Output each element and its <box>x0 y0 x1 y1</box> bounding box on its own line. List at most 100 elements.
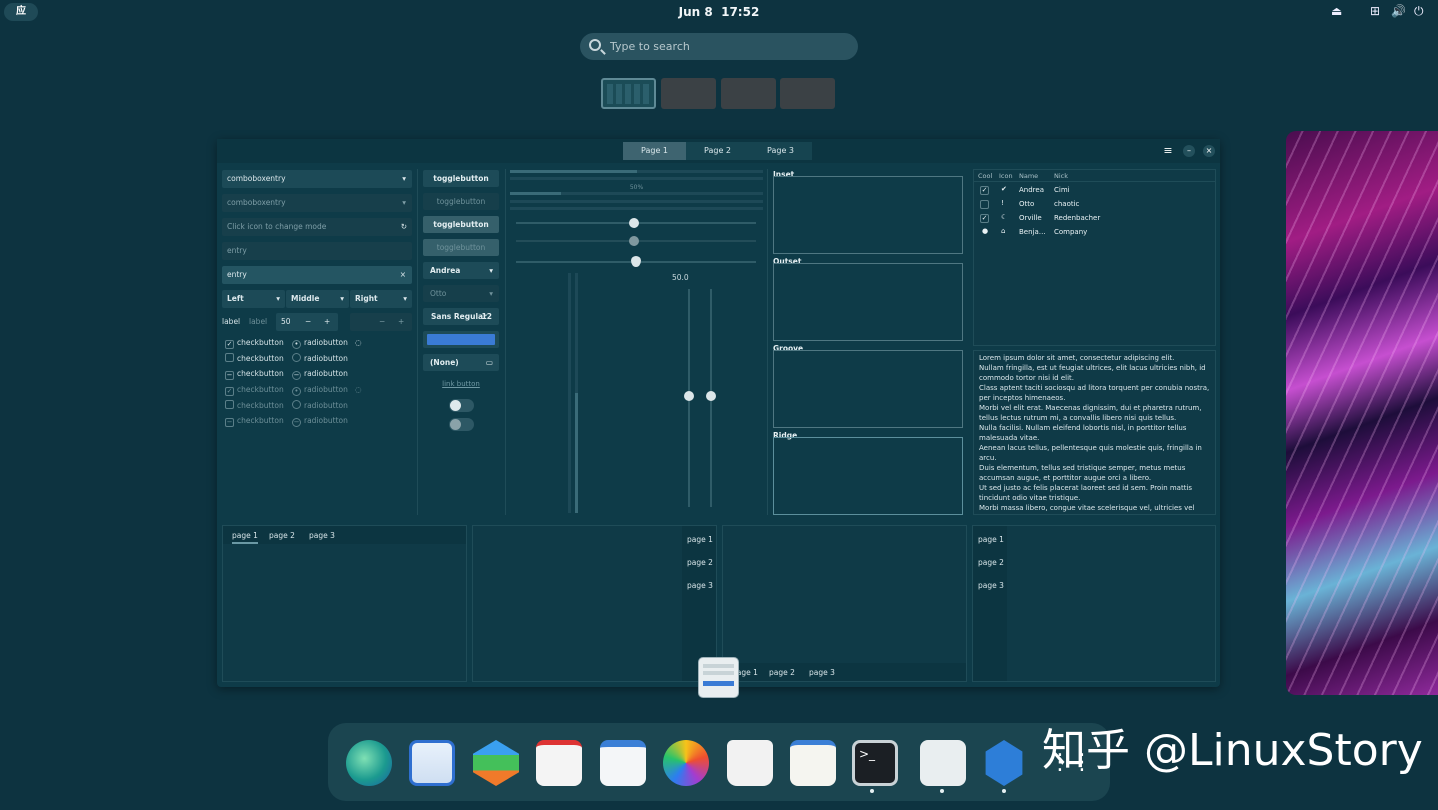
frame-groove <box>773 350 963 428</box>
tree-row[interactable]: ✓ ✔ Andrea Cimi <box>974 184 1215 197</box>
minimize-icon[interactable]: – <box>1183 145 1195 157</box>
browser-globe-icon[interactable] <box>346 740 392 786</box>
window-app-icon[interactable] <box>698 657 739 698</box>
notebook-tab[interactable]: page 1 <box>687 535 713 544</box>
link-button[interactable]: link button <box>423 380 499 388</box>
notebook-tab[interactable]: page 2 <box>769 668 795 677</box>
workspace-thumbnail-4[interactable] <box>780 78 835 109</box>
plus-icon[interactable]: + <box>324 313 330 331</box>
radiobutton-selected[interactable]: • radiobutton <box>292 337 348 349</box>
scale-handle[interactable] <box>684 391 694 401</box>
wallpaper-window-preview[interactable] <box>1286 131 1438 695</box>
entry-empty[interactable]: entry <box>222 242 412 260</box>
scale-handle[interactable] <box>706 391 716 401</box>
switch-1[interactable] <box>449 399 474 412</box>
notes-pen-icon[interactable] <box>536 740 582 786</box>
workspace-thumbnail-1[interactable] <box>601 78 656 109</box>
font-button[interactable]: Sans Regular 12 <box>423 308 499 325</box>
vscale-1[interactable] <box>684 289 694 507</box>
notebook-tab[interactable]: page 2 <box>687 558 713 567</box>
empty-box-icon[interactable] <box>980 200 989 209</box>
spin-button[interactable]: 50 − + <box>276 313 338 331</box>
notebook-tab[interactable]: page 3 <box>687 581 713 590</box>
mode-entry[interactable]: Click icon to change mode ↻ <box>222 218 412 236</box>
togglebutton-1[interactable]: togglebutton <box>423 170 499 187</box>
tree-row[interactable]: ● ⌂ Benja… Company <box>974 226 1215 239</box>
combo-andrea[interactable]: Andrea ▾ <box>423 262 499 279</box>
notebook-tab[interactable]: page 2 <box>269 531 295 540</box>
refresh-icon[interactable]: ↻ <box>401 218 407 236</box>
checkbutton-mixed[interactable]: − checkbutton <box>225 368 284 380</box>
text-view[interactable]: Lorem ipsum dolor sit amet, consectetur … <box>973 350 1216 515</box>
tree-view[interactable]: Cool Icon Name Nick ✓ ✔ Andrea Cimi ! Otto ch… <box>973 169 1216 346</box>
tree-row[interactable]: ✓ ☾ Orville Redenbacher <box>974 212 1215 225</box>
terminal-icon[interactable]: >_ <box>852 740 898 786</box>
dot-icon[interactable]: ● <box>982 227 988 235</box>
notebook-tab[interactable]: page 1 <box>978 535 1004 544</box>
switch-2[interactable] <box>449 418 474 431</box>
file-chooser-button[interactable]: (None) ▭ <box>423 354 499 371</box>
widget-factory-window[interactable]: Page 1 Page 2 Page 3 ≡ – × comboboxentry… <box>217 139 1220 687</box>
scale-handle[interactable] <box>631 256 641 267</box>
notebook-tab[interactable]: page 1 <box>232 531 258 544</box>
files-icon[interactable] <box>409 740 455 786</box>
close-icon[interactable]: × <box>1203 145 1215 157</box>
vscale-2[interactable] <box>706 289 716 507</box>
checkbutton-unchecked[interactable]: checkbutton <box>225 353 284 365</box>
tree-row[interactable]: ! Otto chaotic <box>974 198 1215 211</box>
column-icon[interactable]: Icon <box>999 172 1013 180</box>
radiobutton-mixed[interactable]: − radiobutton <box>292 368 348 380</box>
network-icon[interactable]: ⊞ <box>1370 4 1380 18</box>
eject-icon[interactable]: ⏏ <box>1331 4 1342 18</box>
column-cool[interactable]: Cool <box>978 172 992 180</box>
search-input[interactable] <box>610 37 840 56</box>
workspace-thumbnail-3[interactable] <box>721 78 776 109</box>
align-middle-combo[interactable]: Middle ▾ <box>286 290 349 308</box>
color-wheel-icon[interactable] <box>663 740 709 786</box>
notebook-tab[interactable]: page 2 <box>978 558 1004 567</box>
check-icon[interactable]: ✓ <box>980 214 989 223</box>
clock-time[interactable]: 17:52 <box>721 5 759 19</box>
tab-page-1[interactable]: Page 1 <box>623 142 686 160</box>
software-store-icon[interactable] <box>727 740 773 786</box>
radiobutton-unselected[interactable]: radiobutton <box>292 353 348 365</box>
widget-factory-icon[interactable] <box>920 740 966 786</box>
menu-icon[interactable]: ≡ <box>1162 145 1174 157</box>
notebook-tab[interactable]: page 3 <box>978 581 1004 590</box>
chevron-down-icon[interactable]: ▾ <box>402 170 406 188</box>
minus-icon[interactable]: − <box>305 313 311 331</box>
column-separator <box>767 169 768 515</box>
notebook-tab[interactable]: page 3 <box>809 668 835 677</box>
workspace-thumbnail-2[interactable] <box>661 78 716 109</box>
text-editor-icon[interactable] <box>790 740 836 786</box>
search-bar[interactable] <box>580 33 858 60</box>
column-nick[interactable]: Nick <box>1054 172 1068 180</box>
layers-icon[interactable] <box>473 740 519 786</box>
color-button[interactable] <box>423 331 499 348</box>
hscale-3[interactable] <box>516 256 756 267</box>
align-left-combo[interactable]: Left ▾ <box>222 290 285 308</box>
activities-button[interactable]: 应 <box>4 3 38 21</box>
checkbutton-unchecked-disabled: checkbutton <box>225 400 284 412</box>
power-icon[interactable]: ⏻ <box>1414 4 1424 19</box>
notebook-tab[interactable]: page 3 <box>309 531 335 540</box>
clock-date[interactable]: Jun 8 <box>679 5 713 19</box>
combobox-entry-2[interactable]: comboboxentry ▾ <box>222 194 412 212</box>
hscale-1[interactable] <box>516 218 756 228</box>
togglebutton-3[interactable]: togglebutton <box>423 216 499 233</box>
scale-handle[interactable] <box>629 218 639 228</box>
entry-filled[interactable]: entry × <box>222 266 412 284</box>
checkbutton-checked[interactable]: ✓ checkbutton <box>225 337 284 349</box>
tab-page-2[interactable]: Page 2 <box>686 142 749 160</box>
combo-andrea-label: Andrea <box>430 266 461 275</box>
settings-gear-icon[interactable] <box>985 740 1023 786</box>
clear-icon[interactable]: × <box>400 266 406 284</box>
combobox-entry-1[interactable]: comboboxentry ▾ <box>222 170 412 188</box>
calendar-icon[interactable] <box>600 740 646 786</box>
tab-page-3[interactable]: Page 3 <box>749 142 812 160</box>
column-name[interactable]: Name <box>1019 172 1038 180</box>
volume-icon[interactable]: 🔊 <box>1391 4 1406 18</box>
chevron-down-icon[interactable]: ▾ <box>402 194 406 212</box>
check-icon[interactable]: ✓ <box>980 186 989 195</box>
align-right-combo[interactable]: Right ▾ <box>350 290 412 308</box>
